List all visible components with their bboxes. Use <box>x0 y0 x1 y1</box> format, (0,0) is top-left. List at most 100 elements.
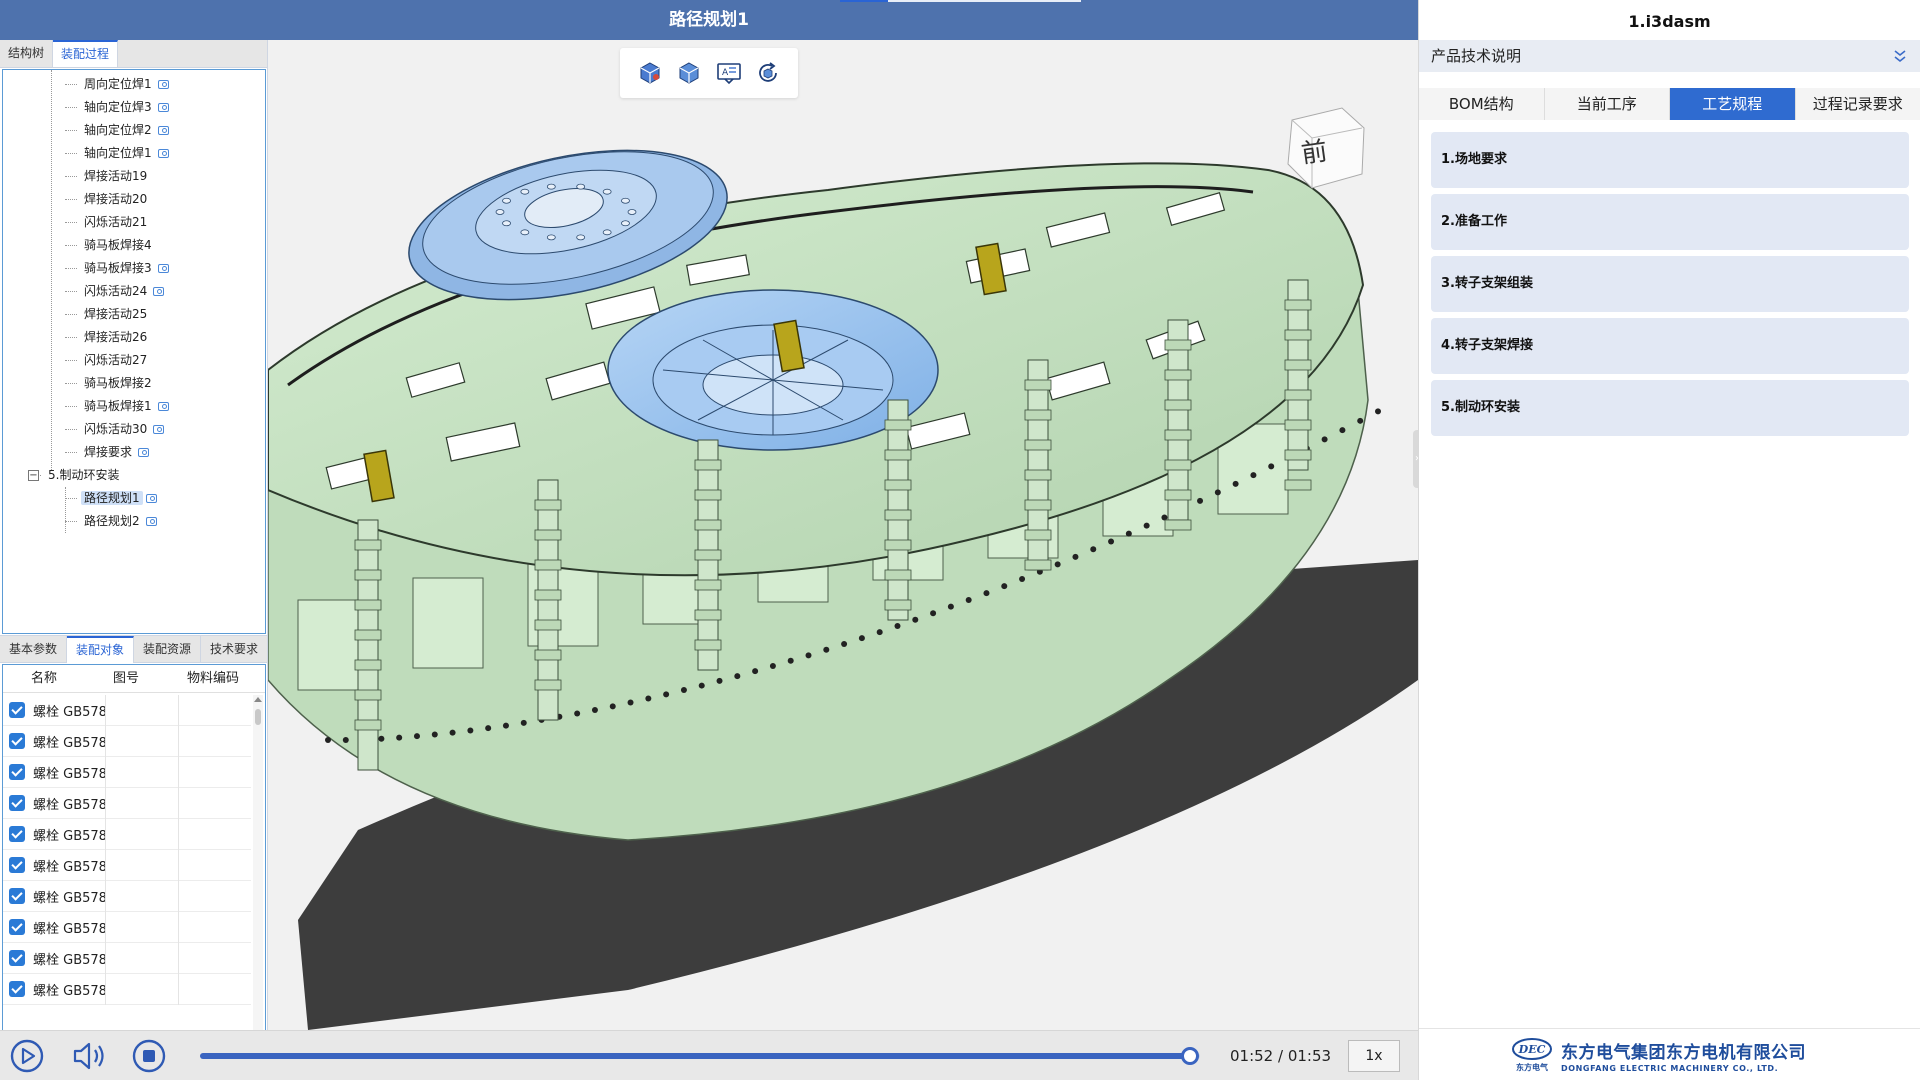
volume-button[interactable] <box>70 1039 110 1073</box>
rib-weld-block <box>884 449 912 461</box>
tree-item[interactable]: 骑马板焊接4 <box>65 234 155 256</box>
column-header-material-code[interactable]: 物料编码 <box>179 665 259 692</box>
table-row[interactable]: 螺栓 GB578 <box>3 756 251 788</box>
table-row[interactable]: 螺栓 GB578 <box>3 694 251 726</box>
row-checkbox[interactable] <box>9 702 25 718</box>
play-button[interactable] <box>10 1039 44 1073</box>
3d-viewport[interactable]: A 前 <box>268 40 1418 1030</box>
right-tab-3[interactable]: 过程记录要求 <box>1795 88 1920 120</box>
table-row[interactable]: 螺栓 GB578 <box>3 942 251 974</box>
table-scrollbar[interactable] <box>253 695 263 1065</box>
tree-item[interactable]: 骑马板焊接2 <box>65 372 155 394</box>
process-step-card[interactable]: 2.准备工作 <box>1431 194 1909 250</box>
tree-item[interactable]: 轴向定位焊2 <box>65 119 169 141</box>
right-tab-1[interactable]: 当前工序 <box>1544 88 1670 120</box>
assembly-process-tree[interactable]: 周向定位焊1 轴向定位焊3 轴向定位焊2 轴向定位焊1 焊接活动19 焊接活动20 闪烁活动… <box>2 69 266 634</box>
row-checkbox[interactable] <box>9 981 25 997</box>
row-checkbox[interactable] <box>9 857 25 873</box>
view-cube-button[interactable] <box>635 58 665 88</box>
tree-item[interactable]: 骑马板焊接3 <box>65 257 169 279</box>
rib-weld-block <box>1284 449 1312 461</box>
tree-item[interactable]: 焊接活动26 <box>65 326 150 348</box>
process-step-card[interactable]: 3.转子支架组装 <box>1431 256 1909 312</box>
cell-divider <box>105 787 106 819</box>
detail-tab-2[interactable]: 装配资源 <box>134 636 202 663</box>
tree-item[interactable]: 轴向定位焊3 <box>65 96 169 118</box>
row-checkbox[interactable] <box>9 795 25 811</box>
camera-view-icon[interactable] <box>157 103 169 112</box>
brake-ring-bolt <box>645 695 652 702</box>
camera-view-icon[interactable] <box>157 126 169 135</box>
table-row[interactable]: 螺栓 GB578 <box>3 787 251 819</box>
table-row[interactable]: 螺栓 GB578 <box>3 725 251 757</box>
camera-view-icon[interactable] <box>157 402 169 411</box>
tree-item[interactable]: 路径规划2 <box>65 510 157 532</box>
disc-bolt-hole <box>546 234 556 241</box>
camera-view-icon[interactable] <box>145 494 157 503</box>
tree-collapse-toggle[interactable]: − <box>28 470 39 481</box>
row-checkbox[interactable] <box>9 919 25 935</box>
stop-button[interactable] <box>132 1039 166 1073</box>
brake-ring-bolt <box>983 590 990 597</box>
camera-view-icon[interactable] <box>153 287 165 296</box>
tree-item[interactable]: 焊接要求 <box>65 441 150 463</box>
product-tech-description-header[interactable]: 产品技术说明 <box>1419 40 1920 72</box>
detail-tab-1[interactable]: 装配对象 <box>67 636 135 663</box>
tree-item[interactable]: 焊接活动20 <box>65 188 150 210</box>
cell-divider <box>105 756 106 788</box>
row-checkbox[interactable] <box>9 733 25 749</box>
table-row[interactable]: 螺栓 GB578 <box>3 818 251 850</box>
double-chevron-down-icon[interactable] <box>1893 48 1907 64</box>
camera-view-icon[interactable] <box>157 80 169 89</box>
table-row[interactable]: 螺栓 GB578 <box>3 911 251 943</box>
tree-item[interactable]: 焊接活动25 <box>65 303 150 325</box>
process-step-card[interactable]: 4.转子支架焊接 <box>1431 318 1909 374</box>
row-checkbox[interactable] <box>9 950 25 966</box>
tree-item[interactable]: 闪烁活动21 <box>65 211 150 233</box>
row-checkbox[interactable] <box>9 888 25 904</box>
view-cube-icon <box>640 62 660 84</box>
process-step-card[interactable]: 1.场地要求 <box>1431 132 1909 188</box>
annotation-button[interactable]: A <box>714 58 744 88</box>
left-tab-0[interactable]: 结构树 <box>0 40 54 67</box>
camera-view-icon[interactable] <box>145 517 157 526</box>
table-row[interactable]: 螺栓 GB578 <box>3 849 251 881</box>
brake-ring-bolt <box>574 710 581 717</box>
detail-tab-3[interactable]: 技术要求 <box>201 636 269 663</box>
brake-ring-bolt <box>1250 472 1257 479</box>
tree-item[interactable]: 闪烁活动24 <box>65 280 165 302</box>
scrollbar-thumb[interactable] <box>255 709 261 725</box>
column-header-drawing-no[interactable]: 图号 <box>105 665 179 692</box>
tree-item[interactable]: 焊接活动19 <box>65 165 150 187</box>
scroll-up-icon[interactable] <box>254 697 262 702</box>
camera-view-icon[interactable] <box>157 264 169 273</box>
isometric-view-button[interactable] <box>674 58 704 88</box>
row-checkbox[interactable] <box>9 764 25 780</box>
tree-item[interactable]: 路径规划1 <box>65 487 157 509</box>
camera-view-icon[interactable] <box>138 448 150 457</box>
table-row[interactable]: 螺栓 GB578 <box>3 973 251 1005</box>
tree-item[interactable]: 闪烁活动30 <box>65 418 165 440</box>
rotor-bracket-model[interactable] <box>268 40 1418 1030</box>
right-tab-2[interactable]: 工艺规程 <box>1670 88 1796 120</box>
tree-item[interactable]: 轴向定位焊1 <box>65 142 169 164</box>
left-tab-1[interactable]: 装配过程 <box>53 40 119 67</box>
table-row[interactable]: 螺栓 GB578 <box>3 880 251 912</box>
column-header-name[interactable]: 名称 <box>25 665 105 692</box>
tree-item[interactable]: 5.制动环安装 <box>29 464 122 486</box>
tree-item[interactable]: 闪烁活动27 <box>65 349 150 371</box>
detail-tab-0[interactable]: 基本参数 <box>0 636 68 663</box>
playback-progress-handle[interactable] <box>1181 1047 1199 1065</box>
process-step-card[interactable]: 5.制动环安装 <box>1431 380 1909 436</box>
tree-item[interactable]: 骑马板焊接1 <box>65 395 169 417</box>
right-tab-0[interactable]: BOM结构 <box>1419 88 1545 120</box>
rib-weld-block <box>1284 479 1312 491</box>
playback-speed-button[interactable]: 1x <box>1348 1040 1400 1072</box>
row-checkbox[interactable] <box>9 826 25 842</box>
tree-item[interactable]: 周向定位焊1 <box>65 73 169 95</box>
camera-view-icon[interactable] <box>157 149 169 158</box>
view-cube-front-label[interactable]: 前 <box>1299 130 1330 170</box>
camera-view-icon[interactable] <box>153 425 165 434</box>
playback-progress-track[interactable] <box>200 1047 1200 1065</box>
reset-view-button[interactable] <box>753 58 783 88</box>
